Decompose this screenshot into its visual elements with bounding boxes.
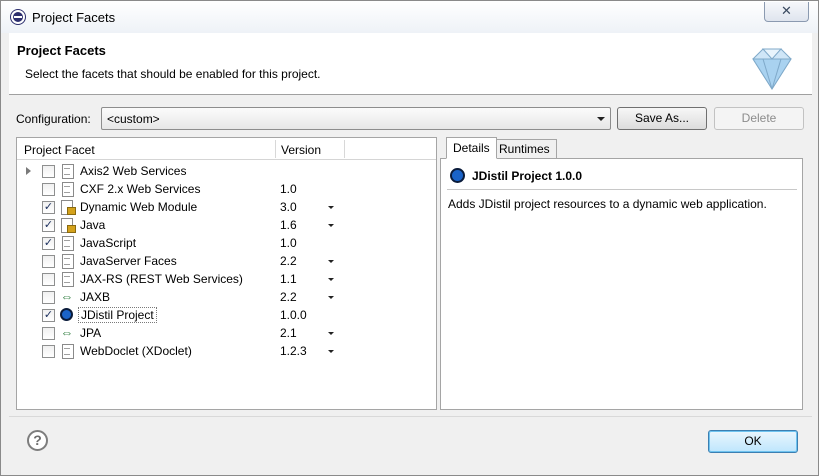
column-divider <box>275 140 276 158</box>
facet-name: JPA <box>80 326 102 340</box>
table-row[interactable]: ⇔ JPA 2.1 <box>17 324 436 342</box>
facet-name: Axis2 Web Services <box>80 164 187 178</box>
title-bar: Project Facets ✕ <box>1 1 818 33</box>
facet-version[interactable]: 2.2 <box>280 254 297 268</box>
table-row[interactable]: ✓ JDistil Project 1.0.0 <box>17 306 436 324</box>
facet-name: JAXB <box>80 290 111 304</box>
delete-button[interactable]: Delete <box>714 107 804 130</box>
facet-checkbox[interactable] <box>42 183 55 196</box>
facet-name: JavaServer Faces <box>80 254 177 268</box>
table-row[interactable]: ✓ Dynamic Web Module 3.0 <box>17 198 436 216</box>
table-row[interactable]: ✓ Java 1.6 <box>17 216 436 234</box>
facets-table: Project Facet Version Axis2 Web Services… <box>16 137 437 410</box>
version-dropdown-icon[interactable] <box>328 260 334 263</box>
facet-checkbox[interactable] <box>42 291 55 304</box>
table-header: Project Facet Version <box>17 138 436 160</box>
tab-details[interactable]: Details <box>446 137 497 159</box>
column-header-version[interactable]: Version <box>281 143 321 157</box>
lock-icon <box>59 199 76 215</box>
banner-description: Select the facets that should be enabled… <box>25 67 321 81</box>
version-dropdown-icon[interactable] <box>328 332 334 335</box>
tab-runtimes[interactable]: Runtimes <box>492 139 557 159</box>
facet-name: WebDoclet (XDoclet) <box>80 344 192 358</box>
facet-name: CXF 2.x Web Services <box>80 182 201 196</box>
facet-name: JAX-RS (REST Web Services) <box>80 272 243 286</box>
lock-icon <box>59 217 76 233</box>
divider <box>9 416 812 417</box>
facet-checkbox[interactable] <box>42 165 55 178</box>
version-dropdown-icon[interactable] <box>328 206 334 209</box>
facet-version[interactable]: 1.6 <box>280 218 297 232</box>
facet-version[interactable]: 3.0 <box>280 200 297 214</box>
jdistil-icon <box>59 307 75 323</box>
project-facets-dialog: Project Facets ✕ Project Facets Select t… <box>0 0 819 476</box>
configuration-value: <custom> <box>107 112 160 126</box>
swap-icon: ⇔ <box>60 289 74 304</box>
chevron-down-icon <box>597 117 605 121</box>
column-divider <box>344 140 345 158</box>
facet-version[interactable]: 1.0 <box>280 182 297 196</box>
facet-version[interactable]: 2.2 <box>280 290 297 304</box>
jdistil-icon <box>450 168 465 183</box>
facet-version[interactable]: 1.0 <box>280 236 297 250</box>
table-row[interactable]: WebDoclet (XDoclet) 1.2.3 <box>17 342 436 360</box>
facet-checkbox[interactable] <box>42 255 55 268</box>
banner-title: Project Facets <box>17 43 106 58</box>
table-row[interactable]: JAX-RS (REST Web Services) 1.1 <box>17 270 436 288</box>
facet-name: Java <box>80 218 106 232</box>
facet-version[interactable]: 1.0.0 <box>280 308 307 322</box>
table-row[interactable]: Axis2 Web Services <box>17 162 436 180</box>
divider <box>447 189 797 190</box>
facet-version[interactable]: 1.1 <box>280 272 297 286</box>
table-row[interactable]: CXF 2.x Web Services 1.0 <box>17 180 436 198</box>
facet-version[interactable]: 2.1 <box>280 326 297 340</box>
table-row[interactable]: ⇔ JAXB 2.2 <box>17 288 436 306</box>
diamond-icon <box>752 48 792 90</box>
details-tabs: Details Runtimes <box>440 137 803 159</box>
configuration-label: Configuration: <box>16 112 91 126</box>
details-panel: JDistil Project 1.0.0 Adds JDistil proje… <box>440 158 803 410</box>
page-icon <box>59 271 75 287</box>
eclipse-icon <box>11 10 25 24</box>
details-description: Adds JDistil project resources to a dyna… <box>448 197 767 211</box>
facet-name: JDistil Project <box>78 307 157 323</box>
facet-checkbox[interactable]: ✓ <box>42 219 55 232</box>
facet-checkbox[interactable] <box>42 327 55 340</box>
header-banner: Project Facets Select the facets that sh… <box>9 33 812 95</box>
page-icon <box>59 253 75 269</box>
swap-icon: ⇔ <box>60 325 74 340</box>
facet-name: JavaScript <box>80 236 137 250</box>
close-button[interactable]: ✕ <box>764 2 809 22</box>
window-title: Project Facets <box>32 10 116 25</box>
facet-checkbox[interactable] <box>42 345 55 358</box>
version-dropdown-icon[interactable] <box>328 296 334 299</box>
page-icon <box>59 343 75 359</box>
details-title: JDistil Project 1.0.0 <box>472 169 583 183</box>
version-dropdown-icon[interactable] <box>328 350 334 353</box>
facet-checkbox[interactable]: ✓ <box>42 201 55 214</box>
table-row[interactable]: JavaServer Faces 2.2 <box>17 252 436 270</box>
facet-name: Dynamic Web Module <box>80 200 198 214</box>
save-as-button[interactable]: Save As... <box>617 107 707 130</box>
help-icon[interactable]: ? <box>27 430 48 451</box>
version-dropdown-icon[interactable] <box>328 278 334 281</box>
configuration-select[interactable]: <custom> <box>101 107 611 130</box>
ok-button[interactable]: OK <box>708 430 798 453</box>
facet-checkbox[interactable]: ✓ <box>42 237 55 250</box>
version-dropdown-icon[interactable] <box>328 224 334 227</box>
page-icon <box>59 181 75 197</box>
facet-version[interactable]: 1.2.3 <box>280 344 307 358</box>
facet-checkbox[interactable]: ✓ <box>42 309 55 322</box>
expand-arrow-icon[interactable] <box>26 167 31 175</box>
page-icon <box>59 235 75 251</box>
page-icon <box>59 163 75 179</box>
table-row[interactable]: ✓ JavaScript 1.0 <box>17 234 436 252</box>
column-header-project-facet[interactable]: Project Facet <box>24 143 95 157</box>
facet-checkbox[interactable] <box>42 273 55 286</box>
